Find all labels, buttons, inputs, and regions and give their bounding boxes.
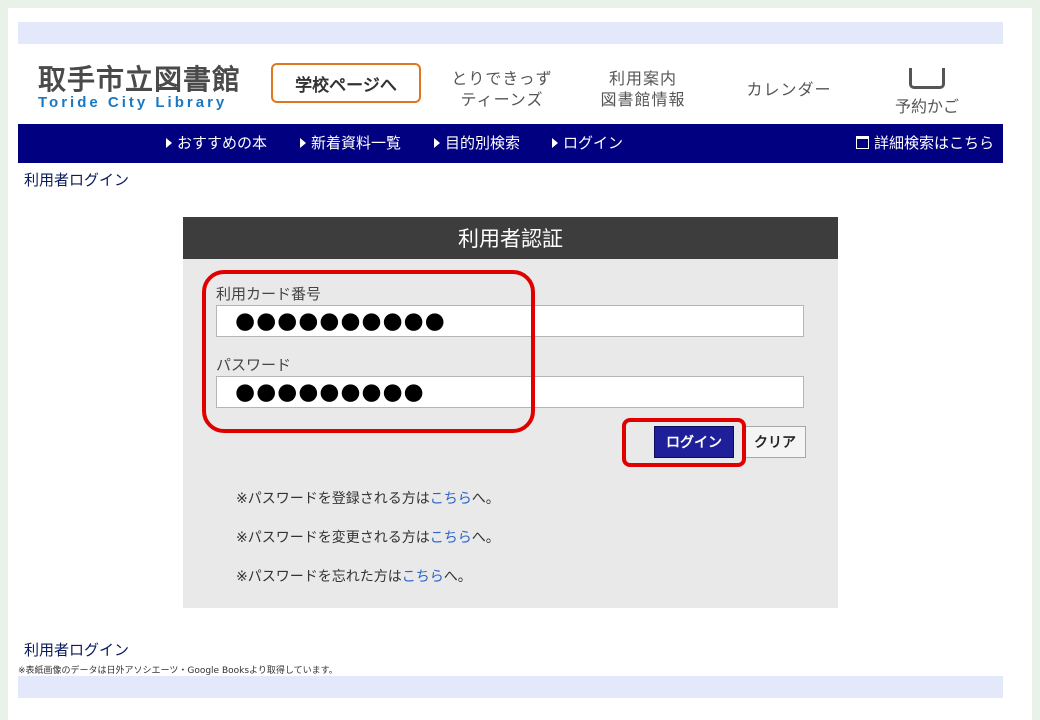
footer-title: 利用者ログイン [24, 641, 130, 659]
login-panel: 利用者認証 利用カード番号 ●●●●●●●●●● パスワード ●●●●●●●●●… [183, 217, 838, 608]
triangle-right-icon [166, 138, 172, 148]
note-change-password: ※パスワードを変更される方はこちらへ。 [236, 527, 500, 547]
school-page-button[interactable]: 学校ページへ [271, 63, 421, 103]
footer-note: ※表紙画像のデータは日外アソシエーツ・Google Booksより取得しています… [18, 666, 338, 676]
note-link-change[interactable]: こちら [430, 530, 472, 546]
nav-advanced-search-label: 詳細検索はこちら [874, 134, 995, 152]
note-suffix: へ。 [471, 530, 500, 546]
login-panel-title: 利用者認証 [183, 217, 838, 259]
header-link-calendar[interactable]: カレンダー [734, 79, 844, 100]
nav-item-label: 新着資料一覧 [311, 134, 402, 152]
nav-item-recommended[interactable]: おすすめの本 [166, 124, 267, 163]
note-forgot-password: ※パスワードを忘れた方はこちらへ。 [236, 566, 472, 586]
site-logo[interactable]: 取手市立図書館 [38, 58, 241, 98]
nav-item-new-arrivals[interactable]: 新着資料一覧 [300, 124, 401, 163]
password-input[interactable]: ●●●●●●●●● [216, 376, 804, 408]
login-button[interactable]: ログイン [654, 426, 734, 458]
breadcrumb: 利用者ログイン [24, 171, 130, 189]
header-link-guide-line2: 図書館情報 [600, 90, 686, 109]
header-link-kids-line1: とりできっず [451, 69, 553, 88]
basket-icon [909, 68, 945, 89]
header-link-guide-line1: 利用案内 [608, 69, 677, 88]
note-link-forgot[interactable]: こちら [402, 569, 444, 585]
nav-item-purpose-search[interactable]: 目的別検索 [434, 124, 520, 163]
card-number-input[interactable]: ●●●●●●●●●● [216, 305, 804, 337]
site-logo-english[interactable]: Toride City Library [38, 94, 227, 111]
nav-item-label: おすすめの本 [177, 134, 268, 152]
nav-item-login[interactable]: ログイン [552, 124, 623, 163]
note-register-password: ※パスワードを登録される方はこちらへ。 [236, 488, 500, 508]
nav-item-label: 目的別検索 [445, 134, 521, 152]
reservation-cart-label: 予約かご [894, 97, 959, 116]
clear-button[interactable]: クリア [744, 426, 806, 458]
note-suffix: へ。 [443, 569, 472, 585]
top-strip [18, 22, 1003, 44]
card-number-label: 利用カード番号 [216, 285, 322, 303]
triangle-right-icon [552, 138, 558, 148]
note-text: ※パスワードを変更される方は [236, 530, 430, 546]
header-link-guide-info[interactable]: 利用案内 図書館情報 [588, 68, 698, 110]
password-label: パスワード [216, 356, 292, 374]
bottom-strip [18, 676, 1003, 698]
header-link-kids-line2: ティーンズ [460, 90, 544, 109]
note-text: ※パスワードを忘れた方は [236, 569, 402, 585]
main-nav: おすすめの本 新着資料一覧 目的別検索 ログイン 詳細検索はこちら [18, 124, 1003, 163]
window-icon [856, 136, 869, 149]
note-link-register[interactable]: こちら [430, 491, 472, 507]
nav-item-label: ログイン [563, 134, 624, 152]
triangle-right-icon [434, 138, 440, 148]
note-text: ※パスワードを登録される方は [236, 491, 430, 507]
nav-advanced-search[interactable]: 詳細検索はこちら [856, 124, 994, 163]
header-link-calendar-label: カレンダー [746, 80, 832, 99]
triangle-right-icon [300, 138, 306, 148]
reservation-cart[interactable]: 予約かご [892, 68, 962, 117]
note-suffix: へ。 [471, 491, 500, 507]
header-link-kids-teens[interactable]: とりできっず ティーンズ [447, 68, 557, 110]
